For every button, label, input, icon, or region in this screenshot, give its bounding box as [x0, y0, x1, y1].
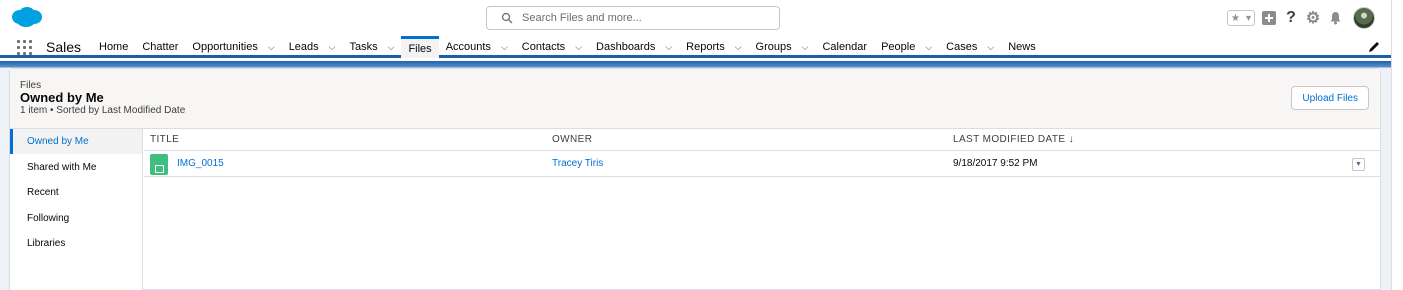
file-title-link[interactable]: IMG_0015	[177, 158, 224, 169]
page-title: Owned by Me	[20, 90, 104, 105]
chevron-down-icon: ▾	[1245, 12, 1251, 24]
app-name: Sales	[46, 39, 82, 55]
image-file-icon	[150, 154, 168, 175]
sidebar-item-recent[interactable]: Recent	[10, 180, 142, 205]
sidebar-item-following[interactable]: Following	[10, 206, 142, 231]
list-header: Files Owned by Me 1 item • Sorted by Las…	[10, 69, 1380, 129]
nav-items: Home Chatter Opportunities ⌵ Leads ⌵ Tasks ⌵ Fil…	[92, 36, 1043, 58]
edit-nav-pencil-icon[interactable]	[1367, 40, 1381, 54]
list-meta: 1 item • Sorted by Last Modified Date	[20, 105, 186, 116]
sidebar-item-owned-by-me[interactable]: Owned by Me	[10, 129, 142, 154]
row-actions-chevron-down-icon[interactable]: ▼	[1352, 158, 1365, 171]
bell-icon[interactable]	[1327, 10, 1343, 26]
search-icon	[501, 12, 513, 24]
files-sidebar: Owned by Me Shared with Me Recent Following…	[10, 129, 143, 290]
chevron-down-icon[interactable]: ⌵	[388, 42, 395, 53]
nav-item-accounts[interactable]: Accounts ⌵	[439, 36, 515, 58]
nav-item-reports[interactable]: Reports ⌵	[679, 36, 748, 58]
app-navigation: Sales Home Chatter Opportunities ⌵ Leads ⌵ Tas…	[0, 36, 1403, 58]
nav-item-label: Groups	[755, 41, 792, 53]
nav-item-leads[interactable]: Leads ⌵	[282, 36, 343, 58]
files-table: TITLE OWNER LAST MODIFIED DATE ↓ IMG_001…	[144, 129, 1380, 177]
files-list-card: Files Owned by Me 1 item • Sorted by Las…	[9, 68, 1381, 290]
owner-link[interactable]: Tracey Tiris	[552, 158, 603, 169]
column-header-last-modified[interactable]: LAST MODIFIED DATE ↓	[953, 134, 1074, 145]
column-header-title[interactable]: TITLE	[150, 134, 179, 145]
nav-item-label: Reports	[686, 41, 725, 53]
help-icon[interactable]: ?	[1283, 9, 1299, 26]
nav-item-groups[interactable]: Groups ⌵	[749, 36, 816, 58]
chevron-down-icon[interactable]: ⌵	[329, 42, 336, 53]
chevron-down-icon[interactable]: ⌵	[735, 42, 742, 53]
nav-item-dashboards[interactable]: Dashboards ⌵	[589, 36, 679, 58]
nav-item-people[interactable]: People ⌵	[874, 36, 939, 58]
star-icon: ★	[1231, 12, 1240, 24]
nav-item-label: Dashboards	[596, 41, 656, 53]
nav-item-label: Leads	[288, 41, 319, 53]
nav-item-label: Files	[408, 42, 432, 55]
column-header-owner[interactable]: OWNER	[552, 134, 592, 145]
nav-item-contacts[interactable]: Contacts ⌵	[515, 36, 589, 58]
global-actions-icon[interactable]	[1261, 10, 1277, 26]
nav-item-label: Home	[99, 41, 129, 53]
nav-item-label: News	[1008, 41, 1036, 53]
favorites-button[interactable]: ★ ▾	[1227, 10, 1255, 26]
gear-icon[interactable]: ⚙	[1305, 10, 1321, 27]
global-header: Search Files and more... ★ ▾ ? ⚙	[0, 0, 1403, 36]
table-header: TITLE OWNER LAST MODIFIED DATE ↓	[144, 129, 1380, 151]
nav-item-label: Tasks	[349, 41, 378, 53]
nav-item-label: Calendar	[822, 41, 868, 53]
nav-item-files[interactable]: Files	[401, 36, 439, 58]
chevron-down-icon[interactable]: ⌵	[268, 42, 275, 53]
nav-item-cases[interactable]: Cases ⌵	[939, 36, 1001, 58]
chevron-down-icon[interactable]: ⌵	[665, 42, 672, 53]
nav-item-label: Cases	[946, 41, 978, 53]
salesforce-logo-icon[interactable]	[10, 5, 43, 29]
nav-item-label: Opportunities	[192, 41, 258, 53]
chevron-down-icon[interactable]: ⌵	[501, 42, 508, 53]
app-launcher-icon[interactable]	[17, 40, 32, 55]
modified-date: 9/18/2017 9:52 PM	[953, 158, 1038, 169]
upload-files-button[interactable]: Upload Files	[1291, 86, 1369, 110]
window-right-edge	[1391, 0, 1403, 290]
nav-item-label: Contacts	[521, 41, 566, 53]
nav-item-label: People	[881, 41, 916, 53]
sidebar-item-libraries[interactable]: Libraries	[10, 231, 142, 256]
nav-item-news[interactable]: News	[1001, 36, 1043, 58]
nav-item-calendar[interactable]: Calendar	[815, 36, 874, 58]
chevron-down-icon[interactable]: ⌵	[987, 42, 994, 53]
nav-item-tasks[interactable]: Tasks ⌵	[343, 36, 402, 58]
chevron-down-icon[interactable]: ⌵	[575, 42, 582, 53]
nav-item-home[interactable]: Home	[92, 36, 135, 58]
search-placeholder: Search Files and more...	[522, 12, 642, 24]
nav-item-label: Accounts	[445, 41, 491, 53]
user-avatar[interactable]	[1353, 7, 1375, 29]
table-row: IMG_0015 Tracey Tiris 9/18/2017 9:52 PM …	[144, 151, 1380, 177]
nav-item-opportunities[interactable]: Opportunities ⌵	[185, 36, 281, 58]
nav-item-chatter[interactable]: Chatter	[135, 36, 185, 58]
chevron-down-icon[interactable]: ⌵	[925, 42, 932, 53]
header-utility-icons: ★ ▾ ? ⚙	[1227, 6, 1375, 30]
nav-item-label: Chatter	[142, 41, 179, 53]
global-search[interactable]: Search Files and more...	[486, 6, 780, 30]
chevron-down-icon[interactable]: ⌵	[802, 42, 809, 53]
sidebar-item-shared-with-me[interactable]: Shared with Me	[10, 155, 142, 180]
